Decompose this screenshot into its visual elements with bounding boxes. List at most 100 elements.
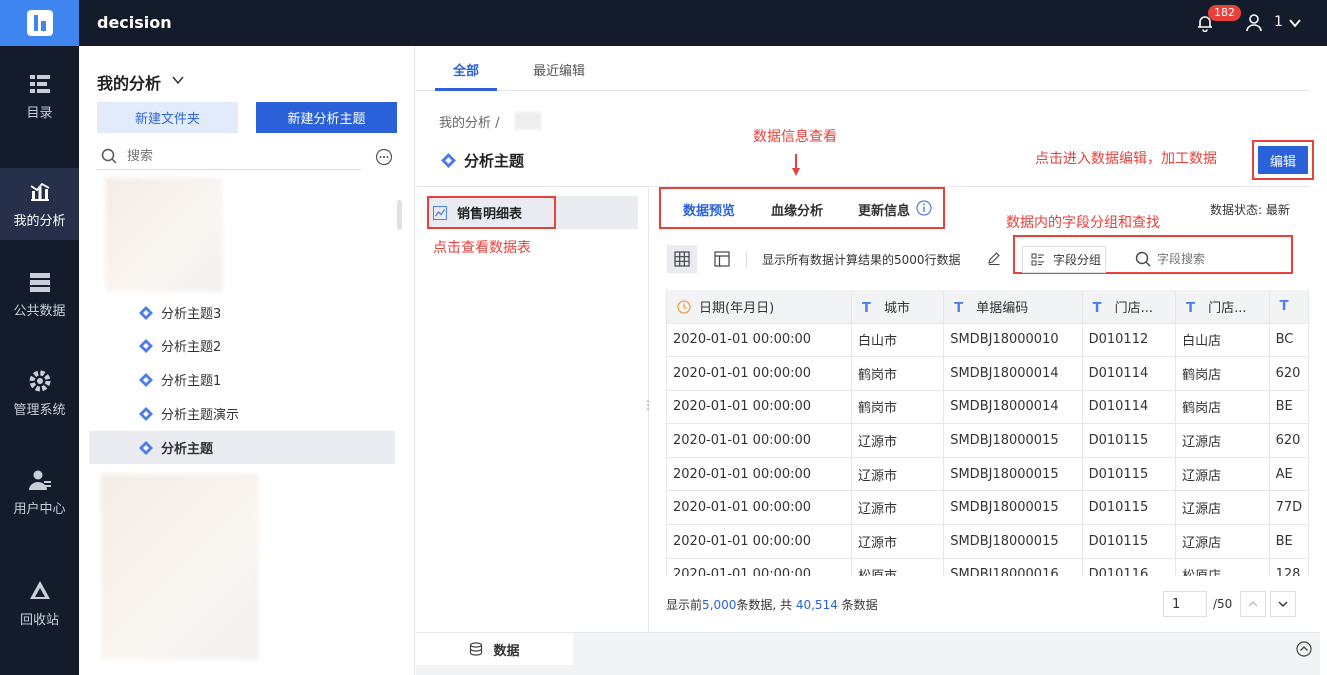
column-header[interactable]: 日期(年月日) [667,290,852,324]
row-limit-note: 显示所有数据计算结果的5000行数据 [762,253,961,267]
field-group-button[interactable]: 字段分组 [1022,246,1106,273]
main-tabs: 全部 最近编辑 [416,46,1309,91]
subtab-update-info[interactable]: 更新信息 [858,200,910,219]
more-icon[interactable] [375,148,393,166]
tree-item[interactable]: 分析主题演示 [89,397,395,430]
nav-item-recycle[interactable]: 回收站 [0,567,79,639]
highlight-box [427,196,556,229]
edit-button[interactable]: 编辑 [1258,146,1308,174]
table-cell: SMDBJ18000014 [943,356,1083,391]
recycle-icon [29,580,50,599]
sidebar-scrollbar[interactable] [397,200,402,230]
prev-page-button[interactable] [1240,591,1266,617]
tree-item[interactable]: 分析主题2 [89,329,395,362]
search-input[interactable] [127,146,347,166]
nav-label: 回收站 [19,612,59,628]
chevron-down-icon[interactable] [1288,16,1302,30]
nav-label: 公共数据 [13,303,66,319]
table-row[interactable]: 2020-01-01 00:00:00 白山市 SMDBJ18000010 D0101… [667,323,1309,358]
database-icon [470,642,483,656]
table-cell: 白山市 [851,323,945,358]
info-icon[interactable] [916,200,932,216]
page-number-input[interactable] [1163,591,1207,617]
table-cell: SMDBJ18000014 [943,390,1083,425]
chevron-down-icon[interactable] [171,73,185,87]
app-logo[interactable] [0,0,79,46]
annotation-enter-edit: 点击进入数据编辑，加工数据 [1035,151,1217,167]
app-title: decision [97,13,172,32]
table-cell: 辽源市 [851,524,945,559]
table-cell: 辽源店 [1175,423,1270,458]
table-cell: 鹤岗市 [851,356,945,391]
next-page-button[interactable] [1270,591,1296,617]
pencil-icon[interactable] [987,251,1001,265]
table-cell: D010112 [1082,323,1177,358]
table-cell: D010116 [1082,558,1177,576]
subtab-preview[interactable]: 数据预览 [683,200,735,219]
column-header-label: 城市 [883,300,910,316]
sidebar-title[interactable]: 我的分析 [97,70,161,94]
table-cell: D010115 [1082,524,1177,559]
tab-recent[interactable]: 最近编辑 [533,60,585,79]
table-body: 2020-01-01 00:00:00 白山市 SMDBJ18000010 D0101… [667,323,1309,576]
table-cell: 辽源市 [851,423,945,458]
text-type-icon: T [1186,300,1195,316]
column-header-label: 单据编码 [976,300,1029,316]
collapse-icon[interactable] [1296,641,1312,657]
table-cell: 2020-01-01 00:00:00 [667,390,852,425]
table-cell: AE [1269,457,1309,492]
table-cell: D010115 [1082,423,1177,458]
nav-label: 目录 [26,105,53,121]
tab-all[interactable]: 全部 [453,60,479,79]
page-edge [1320,46,1327,675]
column-header[interactable]: T 单据编码 [943,290,1083,324]
table-row[interactable]: 2020-01-01 00:00:00 辽源市 SMDBJ18000015 D0101… [667,524,1309,559]
column-header[interactable]: T [1269,290,1309,324]
text-type-icon: T [861,300,871,316]
table-row[interactable]: 2020-01-01 00:00:00松原市SMDBJ18000016D0101… [667,558,1309,576]
tree-item-selected[interactable]: 分析主题 [89,431,395,464]
text-type-icon: T [1279,298,1289,314]
column-header[interactable]: T 城市 [851,290,945,324]
text-type-icon: T [1092,300,1102,316]
table-cell: 辽源店 [1175,524,1270,559]
table-cell: D010114 [1082,356,1177,391]
nav-item-public-data[interactable]: 公共数据 [0,258,79,330]
table-row[interactable]: 2020-01-01 00:00:00 鹤岗市 SMDBJ18000014 D0101… [667,390,1309,425]
summary-middle: 条数据, 共 [736,598,793,612]
nav-item-management[interactable]: 管理系统 [0,357,79,429]
table-row[interactable]: 2020-01-01 00:00:00 辽源市 SMDBJ18000015 D0101… [667,490,1309,526]
drag-handle-icon[interactable]: ⋮ [642,398,654,412]
table-cell: 77D [1269,490,1309,526]
tree-item[interactable]: 分析主题3 [89,296,395,329]
table-cell: 2020-01-01 00:00:00 [667,558,852,576]
tree-item[interactable]: 分析主题1 [89,363,395,396]
column-header[interactable]: T 门店... [1175,290,1270,324]
field-search-input[interactable] [1157,249,1277,269]
table-cell: 2020-01-01 00:00:00 [667,490,852,526]
nav-label: 我的分析 [13,213,66,229]
new-theme-button[interactable]: 新建分析主题 [256,102,397,133]
table-cell: 2020-01-01 00:00:00 [667,356,852,391]
clock-icon [677,300,691,314]
grid-view-button[interactable] [667,245,697,273]
table-row[interactable]: 2020-01-01 00:00:00 鹤岗市 SMDBJ18000014 D0101… [667,356,1309,391]
table-row[interactable]: 2020-01-01 00:00:00 辽源市 SMDBJ18000015 D0101… [667,423,1309,458]
theme-icon [139,406,153,421]
data-tab[interactable]: 数据 [416,633,573,665]
notification-badge[interactable]: 182 [1208,5,1241,21]
subtab-lineage[interactable]: 血缘分析 [771,200,823,219]
catalog-icon [29,74,50,93]
bottom-bar: 数据 [416,632,1327,675]
user-name[interactable]: 1 [1274,14,1283,30]
table-row[interactable]: 2020-01-01 00:00:00 辽源市 SMDBJ18000015 D0101… [667,457,1309,492]
user-icon[interactable] [1246,14,1262,32]
nav-item-my-analysis[interactable]: 我的分析 [0,168,79,240]
table-cell: 辽源店 [1175,490,1270,526]
nav-item-user-center[interactable]: 用户中心 [0,456,79,528]
breadcrumb[interactable]: 我的分析 / [439,112,500,131]
layout-view-button[interactable] [707,245,737,273]
new-folder-button[interactable]: 新建文件夹 [97,102,238,133]
nav-item-catalog[interactable]: 目录 [0,60,79,132]
column-header[interactable]: T 门店... [1082,290,1177,324]
